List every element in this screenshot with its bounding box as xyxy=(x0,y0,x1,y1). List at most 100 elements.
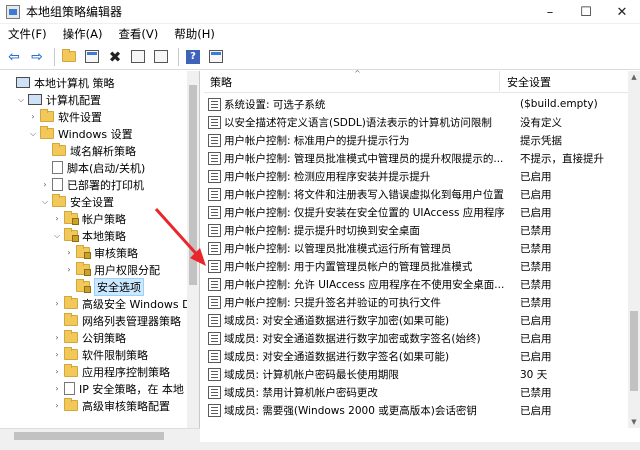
policy-name: 以安全描述符定义语言(SDDL)语法表示的计算机访问限制 xyxy=(224,116,492,129)
export-list-icon[interactable] xyxy=(151,47,171,67)
tree-item[interactable]: › IP 安全策略，在 本地 xyxy=(52,380,184,397)
scroll-down-icon[interactable]: ▼ xyxy=(630,418,638,426)
tree-item[interactable]: 脚本(启动/关机) xyxy=(40,159,145,176)
up-folder-icon[interactable] xyxy=(59,47,79,67)
policy-row[interactable]: 域成员: 计算机帐户密码最长使用期限 30 天 xyxy=(204,365,628,383)
scroll-thumb[interactable] xyxy=(189,85,197,285)
policy-setting: 已启用 xyxy=(520,314,552,327)
expander-icon[interactable]: ⌵ xyxy=(16,95,26,105)
policy-row[interactable]: 域成员: 对安全通道数据进行数字加密(如果可能) 已启用 xyxy=(204,311,628,329)
expander-icon[interactable]: ⌵ xyxy=(52,231,62,241)
tree-item[interactable]: ⌵ 安全设置 xyxy=(40,193,114,210)
tree-item-label: 软件设置 xyxy=(58,110,102,124)
refresh-icon[interactable] xyxy=(128,47,148,67)
tree-item[interactable]: › 软件限制策略 xyxy=(52,346,148,363)
policy-setting: 已启用 xyxy=(520,404,552,417)
scroll-up-icon[interactable]: ▲ xyxy=(630,73,638,81)
expander-icon[interactable]: › xyxy=(52,401,62,410)
tree-item[interactable]: 本地计算机 策略 xyxy=(4,74,115,91)
policy-row[interactable]: 用户帐户控制: 以管理员批准模式运行所有管理员 已禁用 xyxy=(204,239,628,257)
help-icon[interactable]: ? xyxy=(183,47,203,67)
tree-item[interactable]: › 用户权限分配 xyxy=(64,261,160,278)
expander-icon[interactable]: › xyxy=(52,350,62,359)
forward-arrow-icon[interactable]: ⇨ xyxy=(27,47,47,67)
expander-icon[interactable]: › xyxy=(52,333,62,342)
expander-icon[interactable]: › xyxy=(40,180,50,189)
menu-view[interactable]: 查看(V) xyxy=(110,26,166,42)
tree-item[interactable]: › 公钥策略 xyxy=(52,329,126,346)
folder-icon xyxy=(52,143,66,156)
tree-item[interactable]: ⌵ 本地策略 xyxy=(52,227,126,244)
tree-item[interactable]: › 应用程序控制策略 xyxy=(52,363,170,380)
expander-icon[interactable]: › xyxy=(52,214,62,223)
policy-icon xyxy=(208,331,221,345)
policy-row[interactable]: 域成员: 禁用计算机帐户密码更改 已禁用 xyxy=(204,383,628,401)
expander-icon[interactable]: › xyxy=(64,248,74,257)
policy-row[interactable]: 域成员: 需要强(Windows 2000 或更高版本)会话密钥 已启用 xyxy=(204,401,628,419)
show-hide-tree-icon[interactable] xyxy=(82,47,102,67)
policy-row[interactable]: 用户帐户控制: 只提升签名并验证的可执行文件 已禁用 xyxy=(204,293,628,311)
policy-row[interactable]: 用户帐户控制: 管理员批准模式中管理员的提升权限提示的... 不提示，直接提升 xyxy=(204,149,628,167)
tree-vertical-scrollbar[interactable] xyxy=(187,71,199,428)
lock-folder-icon xyxy=(64,228,79,242)
maximize-button[interactable]: ☐ xyxy=(568,0,604,24)
properties-icon[interactable] xyxy=(206,47,226,67)
policy-row[interactable]: 以安全描述符定义语言(SDDL)语法表示的计算机访问限制 没有定义 xyxy=(204,113,628,131)
column-header-setting[interactable]: 安全设置 xyxy=(501,71,628,93)
tree-item[interactable]: › 高级安全 Windows D xyxy=(52,295,191,312)
tree-horizontal-scrollbar[interactable] xyxy=(0,428,200,442)
tree-item[interactable]: › 软件设置 xyxy=(28,108,102,125)
policy-row[interactable]: 用户帐户控制: 允许 UIAccess 应用程序在不使用安全桌面... 已禁用 xyxy=(204,275,628,293)
minimize-button[interactable]: – xyxy=(532,0,568,24)
tree-item[interactable]: › 高级审核策略配置 xyxy=(52,397,170,414)
policy-name: 域成员: 计算机帐户密码最长使用期限 xyxy=(224,368,399,381)
column-header-policy[interactable]: ^ 策略 xyxy=(204,69,500,93)
policy-icon xyxy=(208,277,221,291)
policy-row[interactable]: 用户帐户控制: 检测应用程序安装并提示提升 已启用 xyxy=(204,167,628,185)
policy-row[interactable]: 域成员: 对安全通道数据进行数字加密或数字签名(始终) 已启用 xyxy=(204,329,628,347)
back-arrow-icon[interactable]: ⇦ xyxy=(4,47,24,67)
tree-item[interactable]: › 已部署的打印机 xyxy=(40,176,144,193)
menu-action[interactable]: 操作(A) xyxy=(55,26,111,42)
tree-item[interactable]: › 审核策略 xyxy=(64,244,138,261)
menu-file[interactable]: 文件(F) xyxy=(0,26,55,42)
tree-item[interactable]: 网络列表管理器策略 xyxy=(52,312,181,329)
delete-icon[interactable]: ✖ xyxy=(105,47,125,67)
policy-row[interactable]: 系统设置: 可选子系统 ($build.empty) xyxy=(204,95,628,113)
policy-row[interactable]: 用户帐户控制: 标准用户的提升提示行为 提示凭据 xyxy=(204,131,628,149)
tree-item-label: 安全选项 xyxy=(94,277,144,296)
tree-item[interactable]: 安全选项 xyxy=(64,277,144,296)
policy-row[interactable]: 域成员: 对安全通道数据进行数字签名(如果可能) 已启用 xyxy=(204,347,628,365)
policy-name: 域成员: 对安全通道数据进行数字签名(如果可能) xyxy=(224,350,450,363)
scroll-thumb[interactable] xyxy=(630,311,638,391)
policy-row[interactable]: 用户帐户控制: 将文件和注册表写入错误虚拟化到每用户位置 已启用 xyxy=(204,185,628,203)
close-button[interactable]: ✕ xyxy=(604,0,640,24)
list-vertical-scrollbar[interactable]: ▲ ▼ xyxy=(628,71,640,428)
scroll-thumb[interactable] xyxy=(14,432,164,440)
menu-help[interactable]: 帮助(H) xyxy=(166,26,223,42)
expander-icon[interactable]: › xyxy=(52,384,62,393)
policy-row[interactable]: 用户帐户控制: 仅提升安装在安全位置的 UIAccess 应用程序 已启用 xyxy=(204,203,628,221)
policy-name: 用户帐户控制: 用于内置管理员帐户的管理员批准模式 xyxy=(224,260,473,273)
tree-item[interactable]: 域名解析策略 xyxy=(40,142,136,159)
printer-icon xyxy=(52,178,63,191)
tree-item[interactable]: ⌵ 计算机配置 xyxy=(16,91,101,108)
expander-icon[interactable]: ⌵ xyxy=(40,197,50,207)
expander-icon[interactable]: › xyxy=(28,112,38,121)
expander-icon[interactable]: › xyxy=(52,367,62,376)
toolbar-separator xyxy=(54,47,55,66)
policy-setting: 已启用 xyxy=(520,188,552,201)
policy-name: 域成员: 禁用计算机帐户密码更改 xyxy=(224,386,378,399)
tree-item-label: 公钥策略 xyxy=(82,331,126,345)
tree-item[interactable]: › 帐户策略 xyxy=(52,210,126,227)
toolbar: ⇦ ⇨ ✖ ? xyxy=(0,44,640,70)
tree-item-label: 审核策略 xyxy=(94,246,138,260)
policy-row[interactable]: 用户帐户控制: 提示提升时切换到安全桌面 已禁用 xyxy=(204,221,628,239)
expander-icon[interactable]: › xyxy=(64,265,74,274)
policy-row[interactable]: 用户帐户控制: 用于内置管理员帐户的管理员批准模式 已禁用 xyxy=(204,257,628,275)
expander-icon[interactable]: ⌵ xyxy=(28,129,38,139)
policy-icon xyxy=(208,97,221,111)
expander-icon[interactable]: › xyxy=(52,299,62,308)
tree-item[interactable]: ⌵ Windows 设置 xyxy=(28,125,133,142)
folder-icon xyxy=(64,313,78,326)
